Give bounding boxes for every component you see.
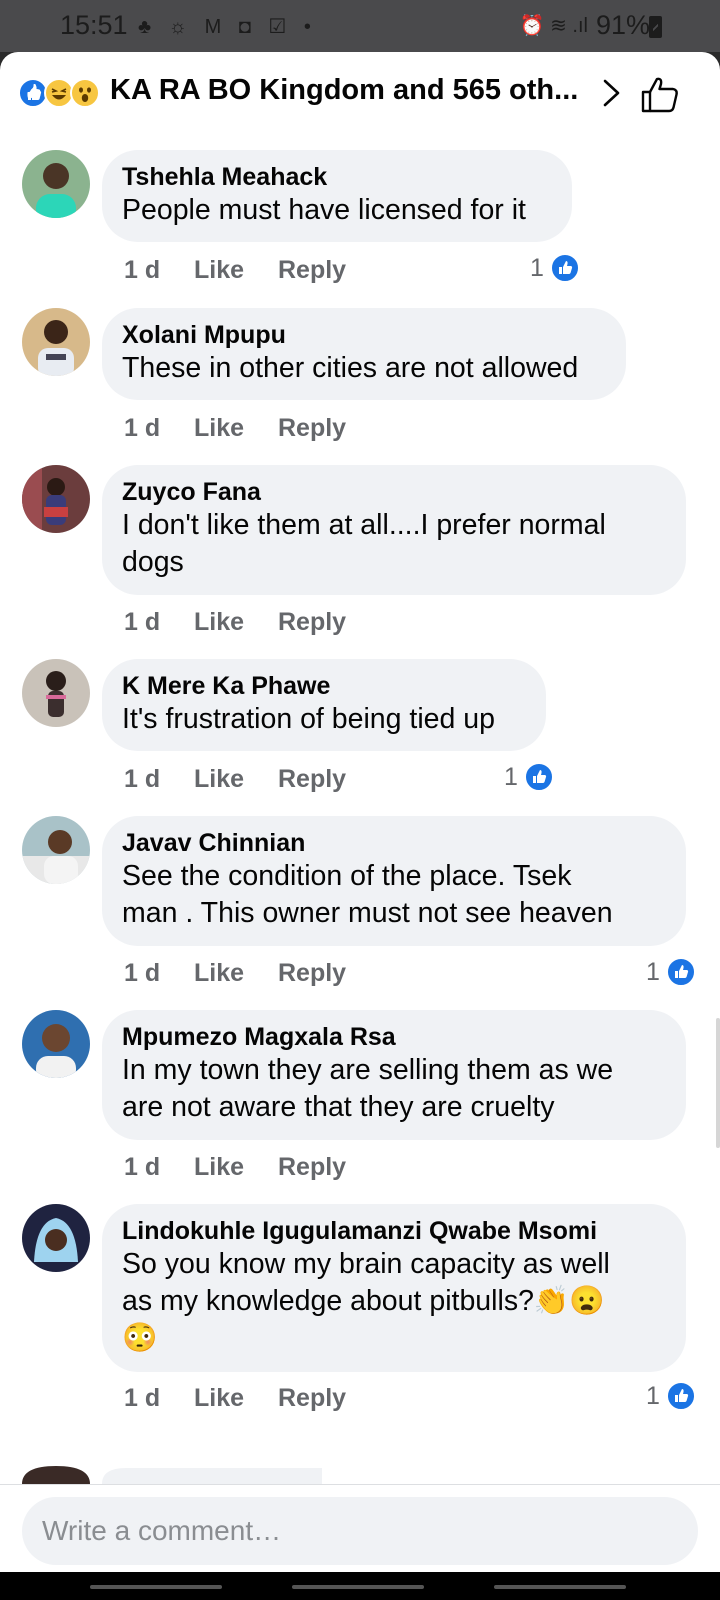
comment-time[interactable]: 1 d <box>124 765 194 794</box>
comment-actions: 1 d Like Reply <box>124 959 358 988</box>
comment-actions: 1 d Like Reply <box>124 1384 358 1413</box>
comment-actions: 1 d Like Reply <box>124 608 358 637</box>
comment-text: In my town they are selling them as we a… <box>122 1054 614 1123</box>
reply-button[interactable]: Reply <box>278 256 358 285</box>
reply-button[interactable]: Reply <box>278 1384 358 1413</box>
comment-bubble[interactable]: Javav Chinnian See the condition of the … <box>102 816 686 946</box>
reactions-header[interactable]: KA RA BO Kingdom and 565 oth... <box>0 52 720 134</box>
like-button[interactable]: Like <box>194 1384 278 1413</box>
reply-button[interactable]: Reply <box>278 1153 358 1182</box>
comment-time[interactable]: 1 d <box>124 256 194 285</box>
wow-reaction-icon <box>70 78 100 108</box>
nav-recent-indicator[interactable] <box>90 1585 222 1589</box>
comment-time[interactable]: 1 d <box>124 959 194 988</box>
chevron-right-icon[interactable] <box>596 78 626 108</box>
comment-author[interactable]: K Mere Ka Phawe <box>122 671 526 701</box>
comment-actions: 1 d Like Reply <box>124 414 358 443</box>
reply-button[interactable]: Reply <box>278 765 358 794</box>
comment-bubble[interactable]: Zuyco Fana I don't like them at all....I… <box>102 465 686 595</box>
comment-actions: 1 d Like Reply <box>124 256 358 285</box>
reply-button[interactable]: Reply <box>278 959 358 988</box>
like-count-text: 1 <box>646 1381 660 1410</box>
comment-like-count[interactable]: 1 <box>646 957 696 987</box>
reactions-summary-title[interactable]: KA RA BO Kingdom and 565 oth... <box>110 74 578 107</box>
reply-button[interactable]: Reply <box>278 414 358 443</box>
like-badge-icon <box>549 253 580 283</box>
like-count-text: 1 <box>504 762 518 791</box>
status-system-icons: ⏰ ≋ .ıl <box>519 15 588 37</box>
comment-author[interactable]: Tshehla Meahack <box>122 162 552 192</box>
comment-author[interactable]: Xolani Mpupu <box>122 320 606 350</box>
like-button[interactable]: Like <box>194 256 278 285</box>
thumbs-up-outline-icon[interactable] <box>640 76 680 114</box>
scrollbar[interactable] <box>716 1018 720 1148</box>
reply-button[interactable]: Reply <box>278 608 358 637</box>
comment-author[interactable]: Zuyco Fana <box>122 477 666 507</box>
comment-text: So you know my brain capacity as well as… <box>122 1248 610 1354</box>
comment-bubble[interactable]: Xolani Mpupu These in other cities are n… <box>102 308 626 400</box>
avatar[interactable] <box>22 150 90 218</box>
comment-bubble[interactable]: Mpumezo Magxala Rsa In my town they are … <box>102 1010 686 1140</box>
comment-text: See the condition of the place. Tsek man… <box>122 860 613 929</box>
comment-text: I don't like them at all....I prefer nor… <box>122 509 606 578</box>
nav-back-indicator[interactable] <box>494 1585 626 1589</box>
avatar[interactable] <box>22 1204 90 1272</box>
like-badge-icon <box>665 1381 696 1411</box>
comment-actions: 1 d Like Reply <box>124 765 358 794</box>
comment-bubble[interactable]: K Mere Ka Phawe It's frustration of bein… <box>102 659 546 751</box>
avatar[interactable] <box>22 308 90 376</box>
nav-home-indicator[interactable] <box>292 1585 424 1589</box>
like-button[interactable]: Like <box>194 1153 278 1182</box>
like-button[interactable]: Like <box>194 414 278 443</box>
like-badge-icon <box>665 957 696 987</box>
comment-input[interactable] <box>22 1497 698 1565</box>
comment-actions: 1 d Like Reply <box>124 1153 358 1182</box>
comment-bubble[interactable]: Tshehla Meahack People must have license… <box>102 150 572 242</box>
comment-time[interactable]: 1 d <box>124 1384 194 1413</box>
next-comment-peek <box>22 1466 720 1484</box>
reaction-icons <box>18 78 108 110</box>
avatar[interactable] <box>22 1010 90 1078</box>
comment-author[interactable]: Javav Chinnian <box>122 828 666 858</box>
comment-like-count[interactable]: 1 <box>646 1381 696 1411</box>
comment-time[interactable]: 1 d <box>124 608 194 637</box>
battery-icon <box>649 16 662 38</box>
like-count-text: 1 <box>646 957 660 986</box>
like-button[interactable]: Like <box>194 959 278 988</box>
comment-like-count[interactable]: 1 <box>530 253 580 283</box>
system-nav-bar <box>0 1572 720 1600</box>
avatar[interactable] <box>22 659 90 727</box>
like-badge-icon <box>523 762 554 792</box>
comment-composer <box>0 1484 720 1572</box>
notification-icons: ♣ ☼ M ◘ ☑ • <box>138 16 317 38</box>
like-button[interactable]: Like <box>194 608 278 637</box>
status-bar: 15:51 ♣ ☼ M ◘ ☑ • ⏰ ≋ .ıl 91% <box>0 0 720 52</box>
comment-author[interactable]: Lindokuhle Igugulamanzi Qwabe Msomi <box>122 1216 666 1246</box>
status-right: ⏰ ≋ .ıl 91% <box>520 10 650 41</box>
battery-percent: 91% <box>595 10 650 40</box>
comment-text: It's frustration of being tied up <box>122 703 495 735</box>
comment-bubble[interactable]: Lindokuhle Igugulamanzi Qwabe Msomi So y… <box>102 1204 686 1372</box>
comment-time[interactable]: 1 d <box>124 414 194 443</box>
comment-text: These in other cities are not allowed <box>122 352 579 384</box>
status-time: 15:51 <box>60 10 128 40</box>
like-button[interactable]: Like <box>194 765 278 794</box>
like-count-text: 1 <box>530 253 544 282</box>
comment-text: People must have licensed for it <box>122 194 526 226</box>
comment-like-count[interactable]: 1 <box>504 762 554 792</box>
comments-sheet: KA RA BO Kingdom and 565 oth... Tshehla … <box>0 52 720 1572</box>
comment-author[interactable]: Mpumezo Magxala Rsa <box>122 1022 666 1052</box>
comment-time[interactable]: 1 d <box>124 1153 194 1182</box>
avatar[interactable] <box>22 816 90 884</box>
avatar[interactable] <box>22 465 90 533</box>
